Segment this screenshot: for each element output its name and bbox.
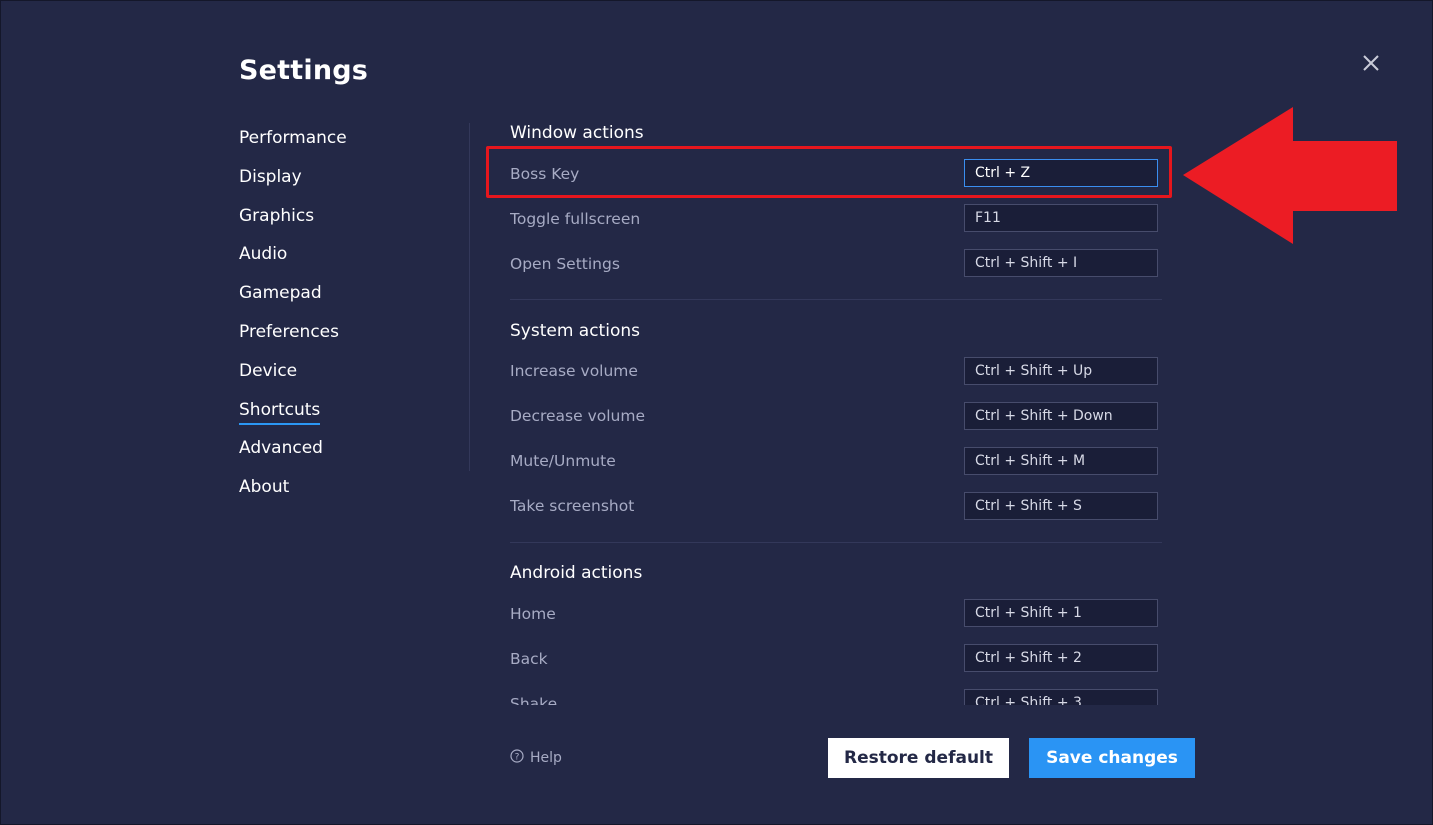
shortcut-label-home: Home — [510, 605, 556, 623]
red-arrow-icon — [1181, 107, 1399, 249]
help-label: Help — [530, 750, 562, 766]
sidebar-divider — [469, 123, 470, 471]
sidebar-item-preferences[interactable]: Preferences — [239, 322, 347, 361]
settings-sidebar: Performance Display Graphics Audio Gamep… — [239, 128, 347, 516]
sidebar-item-audio[interactable]: Audio — [239, 244, 347, 283]
settings-dialog: Settings Performance Display Graphics Au… — [0, 0, 1433, 825]
sidebar-item-label: Display — [239, 166, 302, 187]
shortcut-label-toggle-fullscreen: Toggle fullscreen — [510, 210, 641, 228]
sidebar-item-label: Shortcuts — [239, 399, 321, 425]
shortcut-input-open-settings[interactable]: Ctrl + Shift + I — [964, 249, 1158, 277]
sidebar-item-label: About — [239, 477, 290, 498]
sidebar-item-label: Graphics — [239, 205, 315, 226]
sidebar-item-label: Advanced — [239, 438, 323, 459]
page-title: Settings — [239, 55, 369, 86]
close-icon[interactable] — [1359, 51, 1383, 75]
save-changes-button[interactable]: Save changes — [1029, 738, 1195, 778]
sidebar-item-graphics[interactable]: Graphics — [239, 206, 347, 245]
shortcut-label-increase-volume: Increase volume — [510, 362, 638, 380]
sidebar-item-advanced[interactable]: Advanced — [239, 438, 347, 477]
shortcut-input-home[interactable]: Ctrl + Shift + 1 — [964, 599, 1158, 627]
sidebar-item-label: Preferences — [239, 321, 339, 342]
shortcut-input-shake[interactable]: Ctrl + Shift + 3 — [964, 689, 1158, 705]
shortcut-input-mute-unmute[interactable]: Ctrl + Shift + M — [964, 447, 1158, 475]
restore-default-button[interactable]: Restore default — [828, 738, 1009, 778]
svg-text:?: ? — [515, 753, 520, 763]
sidebar-item-label: Performance — [239, 128, 347, 148]
annotation-highlight-box — [486, 146, 1172, 198]
section-title-android-actions: Android actions — [510, 563, 643, 583]
shortcut-label-shake: Shake — [510, 695, 558, 705]
shortcut-label-open-settings: Open Settings — [510, 255, 620, 273]
section-title-window-actions: Window actions — [510, 123, 644, 143]
sidebar-item-about[interactable]: About — [239, 477, 347, 516]
help-circle-icon: ? — [510, 749, 524, 767]
shortcut-input-decrease-volume[interactable]: Ctrl + Shift + Down — [964, 402, 1158, 430]
sidebar-item-shortcuts[interactable]: Shortcuts — [239, 399, 347, 439]
sidebar-item-device[interactable]: Device — [239, 361, 347, 400]
section-title-system-actions: System actions — [510, 321, 640, 341]
shortcut-input-increase-volume[interactable]: Ctrl + Shift + Up — [964, 357, 1158, 385]
shortcut-label-take-screenshot: Take screenshot — [510, 497, 635, 515]
section-divider — [510, 299, 1162, 300]
sidebar-item-gamepad[interactable]: Gamepad — [239, 283, 347, 322]
shortcut-label-back: Back — [510, 650, 548, 668]
sidebar-item-label: Audio — [239, 244, 288, 265]
section-divider — [510, 542, 1162, 543]
shortcut-label-mute-unmute: Mute/Unmute — [510, 452, 616, 470]
shortcuts-panel[interactable]: Window actions Boss Key Ctrl + Z Toggle … — [510, 111, 1162, 705]
sidebar-item-label: Gamepad — [239, 283, 322, 304]
shortcut-input-back[interactable]: Ctrl + Shift + 2 — [964, 644, 1158, 672]
shortcut-input-toggle-fullscreen[interactable]: F11 — [964, 204, 1158, 232]
shortcut-input-take-screenshot[interactable]: Ctrl + Shift + S — [964, 492, 1158, 520]
help-link[interactable]: ? Help — [510, 749, 562, 767]
shortcut-label-decrease-volume: Decrease volume — [510, 407, 646, 425]
sidebar-item-label: Device — [239, 360, 298, 381]
sidebar-item-performance[interactable]: Performance — [239, 128, 347, 167]
sidebar-item-display[interactable]: Display — [239, 167, 347, 206]
